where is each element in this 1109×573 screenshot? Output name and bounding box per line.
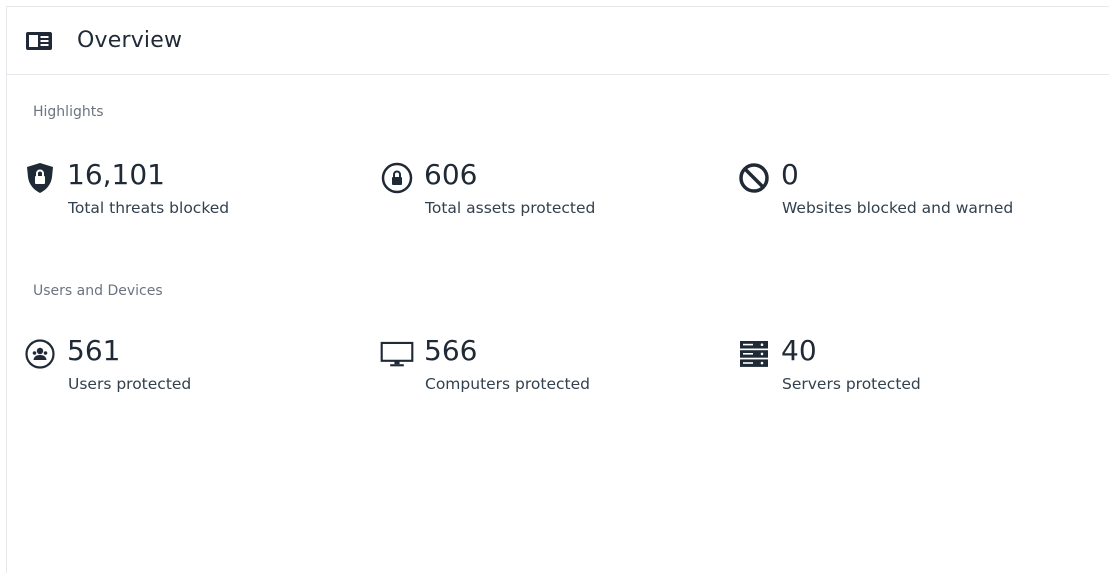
lock-circle-icon [380,161,414,195]
stat-users-protected: 561 Users protected [23,333,353,403]
stat-servers-protected: 40 Servers protected [737,333,1067,403]
monitor-icon [380,337,414,371]
stat-value: 606 [424,158,478,191]
stat-label: Websites blocked and warned [782,199,1014,217]
stat-value: 16,101 [67,158,165,191]
stat-label: Computers protected [425,375,590,393]
stat-value: 0 [781,158,799,191]
panel-header: Overview [7,7,1109,75]
section-label-highlights: Highlights [33,104,104,120]
server-icon [737,337,771,371]
overview-card-icon [25,31,53,51]
stat-label: Total assets protected [425,199,596,217]
page-title: Overview [77,28,183,53]
stat-value: 566 [424,334,478,367]
stat-threats-blocked: 16,101 Total threats blocked [23,157,353,227]
user-circle-icon [23,337,57,371]
section-label-users-devices: Users and Devices [33,283,163,299]
shield-lock-icon [23,161,57,195]
stat-label: Total threats blocked [68,199,230,217]
stat-value: 40 [781,334,817,367]
stat-assets-protected: 606 Total assets protected [380,157,710,227]
stat-websites-blocked: 0 Websites blocked and warned [737,157,1067,227]
blocked-icon [737,161,771,195]
stat-computers-protected: 566 Computers protected [380,333,710,403]
stat-value: 561 [67,334,121,367]
stat-label: Servers protected [782,375,921,393]
overview-panel: Overview Highlights 16,101 Total threats… [6,6,1109,573]
stat-label: Users protected [68,375,192,393]
